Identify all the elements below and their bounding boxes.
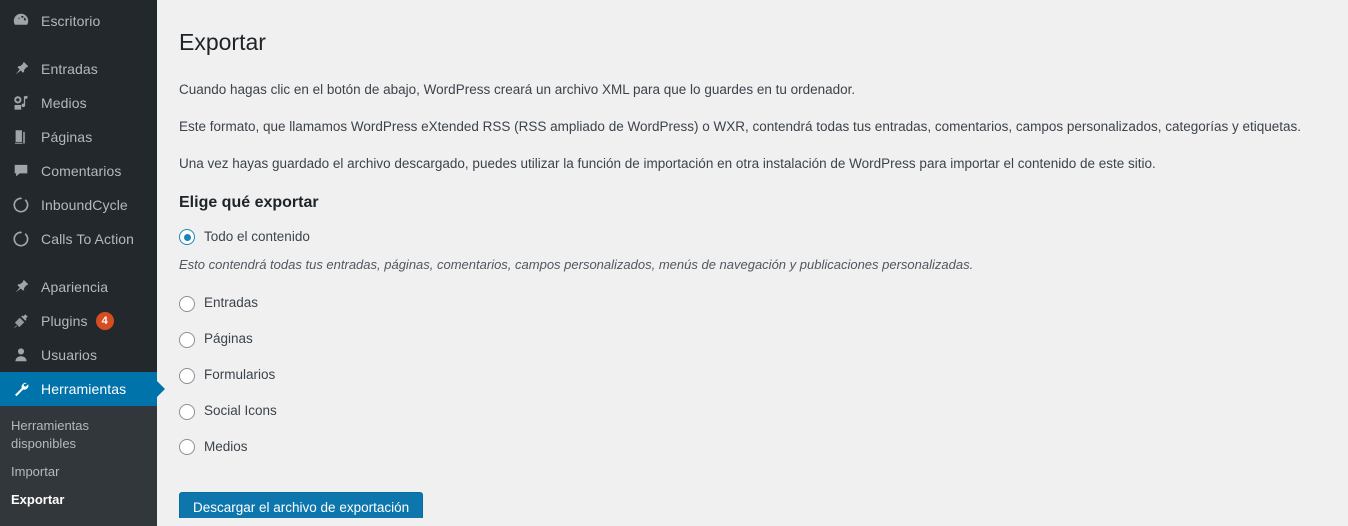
submenu-item-exportar[interactable]: Exportar	[0, 486, 157, 514]
submenu-item-herramientas-disponibles[interactable]: Herramientas disponibles	[0, 412, 157, 458]
sidebar-item-label: Usuarios	[41, 347, 98, 363]
admin-screen: Escritorio Entradas Medios Páginas Comen…	[0, 0, 1348, 526]
radio-all-content[interactable]	[179, 229, 195, 246]
circle-spinner-icon	[11, 195, 31, 215]
media-icon	[11, 93, 31, 113]
radio-label-paginas[interactable]: Páginas	[204, 330, 253, 349]
radio-row-formularios[interactable]: Formularios	[179, 366, 1326, 385]
sidebar-item-label: Páginas	[41, 129, 93, 145]
intro-paragraph-3: Una vez hayas guardado el archivo descar…	[179, 156, 1156, 172]
all-content-description: Esto contendrá todas tus entradas, págin…	[179, 256, 974, 272]
radio-row-social-icons[interactable]: Social Icons	[179, 402, 1326, 421]
pin-icon	[11, 59, 31, 79]
sidebar-item-herramientas[interactable]: Herramientas	[0, 372, 165, 406]
sidebar-item-inboundcycle[interactable]: InboundCycle	[0, 188, 157, 222]
radio-label-entradas[interactable]: Entradas	[204, 294, 258, 313]
export-page: Exportar Cuando hagas clic en el botón d…	[157, 0, 1348, 518]
sidebar-item-paginas[interactable]: Páginas	[0, 120, 157, 154]
radio-label-formularios[interactable]: Formularios	[204, 366, 275, 385]
radio-row-paginas[interactable]: Páginas	[179, 330, 1326, 349]
user-icon	[11, 345, 31, 365]
sidebar-item-label: InboundCycle	[41, 197, 128, 213]
radio-entradas[interactable]	[179, 295, 195, 312]
sidebar-item-plugins[interactable]: Plugins 4	[0, 304, 157, 338]
dashboard-icon	[11, 11, 31, 31]
page-title: Exportar	[179, 29, 266, 55]
intro-paragraph-2: Este formato, que llamamos WordPress eXt…	[179, 119, 1302, 135]
sidebar-item-label: Apariencia	[41, 279, 109, 295]
radio-row-all-content[interactable]: Todo el contenido	[179, 228, 1326, 247]
sidebar-item-label: Escritorio	[41, 13, 101, 29]
radio-row-entradas[interactable]: Entradas	[179, 294, 1326, 313]
admin-sidebar: Escritorio Entradas Medios Páginas Comen…	[0, 0, 165, 526]
radio-social-icons[interactable]	[179, 403, 195, 420]
radio-label-all-content[interactable]: Todo el contenido	[204, 228, 310, 247]
sidebar-item-escritorio[interactable]: Escritorio	[0, 4, 157, 38]
download-export-file-button[interactable]: Descargar el archivo de exportación	[179, 491, 424, 518]
sidebar-item-label: Calls To Action	[41, 231, 135, 247]
submenu-item-importar[interactable]: Importar	[0, 458, 157, 486]
plug-icon	[11, 311, 31, 331]
appearance-brush-icon	[11, 277, 31, 297]
sidebar-item-label: Herramientas	[41, 381, 127, 397]
radio-paginas[interactable]	[179, 331, 195, 348]
sidebar-item-comentarios[interactable]: Comentarios	[0, 154, 157, 188]
sidebar-item-calls-to-action[interactable]: Calls To Action	[0, 222, 157, 256]
circle-spinner-icon	[11, 229, 31, 249]
export-options-list: Entradas Páginas Formularios Social Icon…	[179, 294, 1326, 456]
sidebar-item-label: Plugins	[41, 313, 88, 329]
sidebar-item-apariencia[interactable]: Apariencia	[0, 270, 157, 304]
radio-label-medios[interactable]: Medios	[204, 438, 248, 457]
tools-submenu: Herramientas disponibles Importar Export…	[0, 406, 157, 526]
radio-row-medios[interactable]: Medios	[179, 438, 1326, 457]
wrench-icon	[11, 379, 31, 399]
radio-medios[interactable]	[179, 439, 195, 456]
sidebar-item-label: Entradas	[41, 61, 98, 77]
section-title-choose-export: Elige qué exportar	[179, 193, 319, 211]
intro-paragraph-1: Cuando hagas clic en el botón de abajo, …	[179, 81, 856, 97]
sidebar-item-entradas[interactable]: Entradas	[0, 52, 157, 86]
pages-icon	[11, 127, 31, 147]
radio-formularios[interactable]	[179, 367, 195, 384]
sidebar-item-label: Medios	[41, 95, 87, 111]
sidebar-item-label: Comentarios	[41, 163, 122, 179]
sidebar-item-medios[interactable]: Medios	[0, 86, 157, 120]
radio-label-social-icons[interactable]: Social Icons	[204, 402, 277, 421]
plugins-update-badge: 4	[95, 312, 114, 330]
comments-icon	[11, 161, 31, 181]
sidebar-item-usuarios[interactable]: Usuarios	[0, 338, 157, 372]
